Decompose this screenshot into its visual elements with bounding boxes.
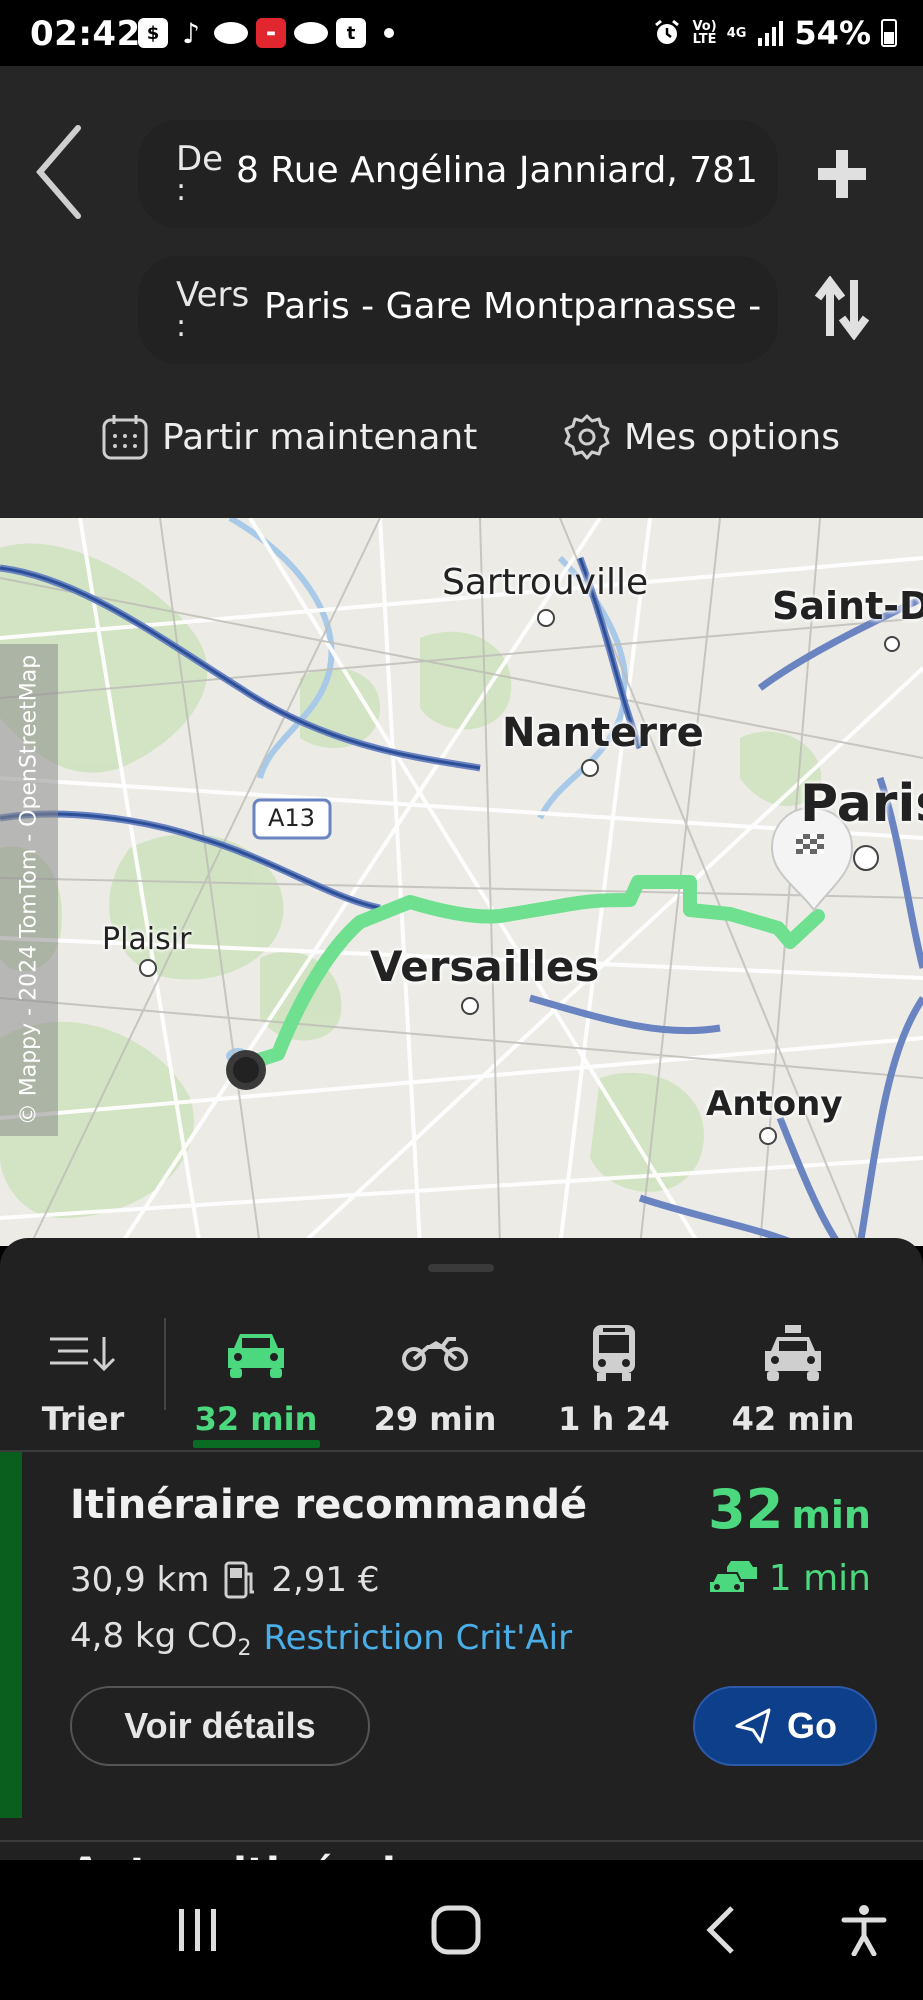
calendar-icon xyxy=(102,415,148,460)
depart-now-label: Partir maintenant xyxy=(162,416,478,458)
gear-icon xyxy=(564,414,610,460)
taxi-icon xyxy=(765,1325,821,1381)
origin-label: De: xyxy=(176,139,224,208)
battery-icon xyxy=(881,19,897,47)
fuel-pump-icon xyxy=(224,1561,255,1599)
alarm-icon xyxy=(655,19,680,44)
tab-taxi[interactable]: 42 min xyxy=(718,1318,868,1438)
volte-indicator: Vo) LTE xyxy=(692,19,717,47)
tiktok-icon: ♪ xyxy=(182,16,200,50)
sheet-drag-handle[interactable] xyxy=(428,1264,494,1272)
notification-icons: $ ♪ ▬ t xyxy=(138,16,394,50)
destination-field[interactable]: Vers: Paris - Gare Montparnasse - xyxy=(138,256,778,364)
critair-restriction-link[interactable]: Restriction Crit'Air xyxy=(263,1618,572,1658)
active-tab-indicator xyxy=(193,1440,320,1448)
route-title: Itinéraire recommandé xyxy=(70,1482,588,1528)
map-label-antony: Antony xyxy=(706,1084,843,1124)
my-options-label: Mes options xyxy=(624,416,840,458)
add-stop-button[interactable] xyxy=(812,144,872,204)
view-details-button[interactable]: Voir détails xyxy=(70,1686,370,1766)
chevron-left-icon xyxy=(36,125,81,219)
system-navigation-bar xyxy=(0,1860,923,2000)
recent-apps-button[interactable] xyxy=(168,1902,228,1958)
cloud-app-icon xyxy=(214,22,248,44)
route-card-recommended[interactable]: Itinéraire recommandé 30,9 km 2,91 € 4,8… xyxy=(0,1452,923,1818)
go-button[interactable]: Go xyxy=(693,1686,877,1766)
tab-transit-label: 1 h 24 xyxy=(558,1400,670,1438)
system-back-button[interactable] xyxy=(690,1902,750,1958)
map-road-label: A13 xyxy=(268,804,315,832)
my-options-button[interactable]: Mes options xyxy=(562,412,840,462)
map-label-versailles: Versailles xyxy=(370,942,600,991)
destination-label: Vers: xyxy=(176,275,250,344)
battery-percent: 54% xyxy=(794,14,871,52)
accessibility-icon xyxy=(841,1905,887,1956)
news-app-icon: ▬ xyxy=(256,18,286,48)
route-distance: 30,9 km xyxy=(70,1560,210,1600)
depart-now-button[interactable]: Partir maintenant xyxy=(100,412,477,462)
map-label-nanterre: Nanterre xyxy=(502,710,704,756)
plus-icon xyxy=(818,150,866,198)
status-right: Vo) LTE 4G 54% xyxy=(652,14,897,52)
sort-icon xyxy=(50,1337,116,1372)
map-label-paris: Paris xyxy=(800,774,923,834)
signal-icon xyxy=(758,21,784,46)
home-icon xyxy=(431,1905,481,1955)
swap-icon xyxy=(814,275,870,341)
route-distance-cost: 30,9 km 2,91 € xyxy=(70,1560,379,1600)
card-divider xyxy=(0,1840,923,1842)
route-map[interactable]: A13 Sartrouville Saint-D Nanterre Paris … xyxy=(0,518,923,1246)
sort-label: Trier xyxy=(41,1400,125,1438)
status-bar: 02:42 $ ♪ ▬ t Vo) LTE 4G 54% xyxy=(0,0,923,66)
back-button[interactable] xyxy=(30,120,90,220)
origin-value[interactable]: 8 Rue Angélina Janniard, 781 xyxy=(236,150,756,191)
map-label-plaisir: Plaisir xyxy=(102,922,192,957)
tabs-separator xyxy=(164,1318,166,1410)
map-label-saint-denis: Saint-D xyxy=(772,584,923,628)
map-copyright: © Mappy - 2024 TomTom - OpenStreetMap xyxy=(0,644,58,1136)
recent-apps-icon xyxy=(179,1909,216,1951)
car-icon xyxy=(228,1334,284,1378)
destination-value[interactable]: Paris - Gare Montparnasse - xyxy=(264,286,764,327)
itinerary-sheet: Trier 32 min 29 min 1 h 24 42 min Itinér… xyxy=(0,1238,923,1860)
navigation-arrow-icon xyxy=(735,1708,771,1744)
motorcycle-icon xyxy=(402,1337,468,1371)
origin-field[interactable]: De: 8 Rue Angélina Janniard, 781 xyxy=(138,120,778,228)
sort-button[interactable]: Trier xyxy=(8,1318,158,1438)
tumblr-icon: t xyxy=(336,18,366,48)
bus-icon xyxy=(593,1325,635,1381)
selected-route-accent xyxy=(0,1452,22,1818)
home-button[interactable] xyxy=(426,1902,486,1958)
route-fuel-cost: 2,91 € xyxy=(271,1560,380,1600)
back-icon xyxy=(706,1906,734,1954)
more-notifications-dot xyxy=(384,28,394,38)
data-type: 4G xyxy=(726,25,747,41)
accessibility-button[interactable] xyxy=(834,1902,894,1958)
swap-button[interactable] xyxy=(812,275,872,341)
traffic-cars-icon xyxy=(708,1560,757,1594)
cloud-app-icon xyxy=(294,22,328,44)
tab-car[interactable]: 32 min xyxy=(181,1318,331,1438)
map-label-sartrouville: Sartrouville xyxy=(442,562,649,603)
payment-app-icon: $ xyxy=(138,18,168,48)
route-traffic-delay: 1 min xyxy=(708,1558,871,1599)
status-time: 02:42 xyxy=(30,14,141,54)
tab-motorcycle[interactable]: 29 min xyxy=(360,1318,510,1438)
tab-motorcycle-label: 29 min xyxy=(373,1400,497,1438)
tab-car-label: 32 min xyxy=(194,1400,318,1438)
route-duration: 32 min xyxy=(708,1478,871,1541)
route-co2: 4,8 kg CO2 xyxy=(70,1616,252,1661)
route-emissions: 4,8 kg CO2 Restriction Crit'Air xyxy=(70,1616,572,1661)
route-search-header: De: 8 Rue Angélina Janniard, 781 Vers: P… xyxy=(0,66,923,518)
tab-taxi-label: 42 min xyxy=(731,1400,855,1438)
tab-transit[interactable]: 1 h 24 xyxy=(539,1318,689,1438)
next-route-title[interactable]: Autres itinéraires xyxy=(70,1850,466,1860)
